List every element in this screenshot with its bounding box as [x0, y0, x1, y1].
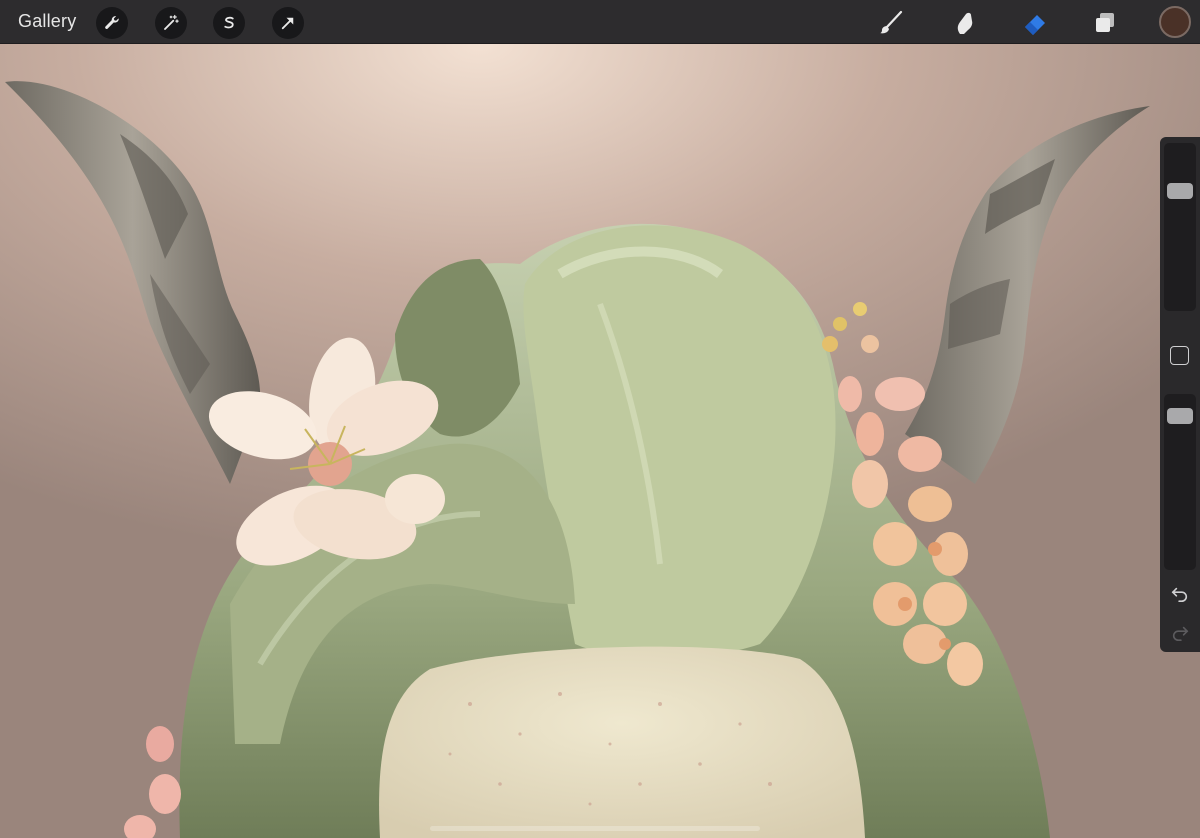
layers-button[interactable] [1090, 8, 1120, 38]
modifier-square-icon[interactable] [1170, 346, 1189, 365]
eraser-tool-button[interactable] [1020, 8, 1050, 38]
drawing-canvas[interactable] [0, 44, 1200, 838]
smudge-icon [957, 12, 973, 34]
actions-button[interactable] [96, 7, 128, 39]
opacity-handle[interactable] [1167, 407, 1193, 424]
pink-flowers [124, 726, 181, 838]
brush-tool-button[interactable] [876, 8, 906, 38]
brush-size-handle[interactable] [1167, 182, 1193, 199]
artwork [5, 81, 1150, 838]
selection-button[interactable] [213, 7, 245, 39]
right-horn [905, 106, 1150, 484]
brush-icon [880, 10, 903, 34]
eraser-icon [1025, 15, 1045, 35]
brush-size-slider[interactable] [1164, 143, 1196, 311]
undo-button[interactable] [1170, 584, 1190, 604]
selection-s-icon [224, 16, 234, 29]
gallery-button[interactable]: Gallery [18, 11, 76, 32]
color-picker-button[interactable] [1159, 6, 1191, 38]
home-indicator [430, 826, 760, 831]
opacity-slider[interactable] [1164, 394, 1196, 570]
forehead [379, 646, 865, 838]
redo-icon [1172, 626, 1189, 642]
redo-button[interactable] [1170, 623, 1190, 643]
transform-arrow-icon [281, 17, 294, 30]
top-toolbar: Gallery [0, 0, 1200, 44]
sidebar [1160, 137, 1200, 652]
adjustments-button[interactable] [155, 7, 187, 39]
wrench-icon [105, 16, 119, 29]
undo-icon [1171, 587, 1188, 603]
transform-button[interactable] [272, 7, 304, 39]
smudge-tool-button[interactable] [949, 8, 979, 38]
magic-wand-icon [164, 14, 179, 30]
layers-icon [1096, 13, 1114, 32]
